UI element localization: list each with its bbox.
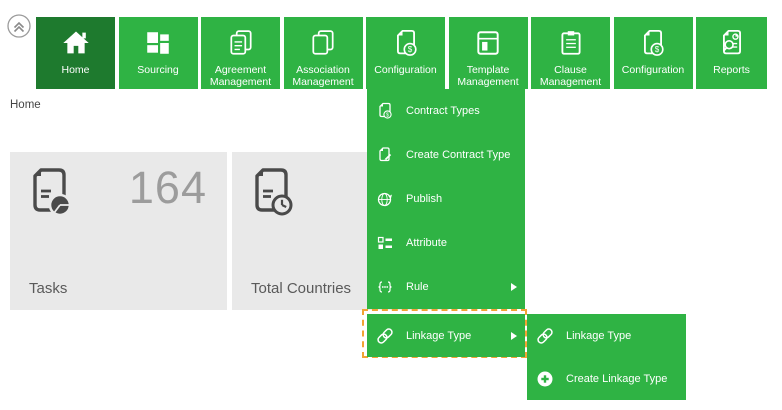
breadcrumb[interactable]: Home [10,99,41,111]
menu-item-label: Rule [406,281,429,293]
menu-item-label: Contract Types [406,105,480,117]
tab-label: Configuration [617,64,689,76]
chevron-double-up-icon [6,13,32,39]
braces-icon [376,278,394,296]
menu-item-contract-types[interactable]: $ Contract Types [367,89,525,133]
clipboard-icon [557,23,585,63]
linkage-type-highlight: Linkage Type [362,309,527,358]
tab-label: Agreement Management [205,64,277,89]
menu-item-label: Create Linkage Type [566,373,667,385]
menu-item-create-contract-type[interactable]: Create Contract Type [367,133,525,177]
document-dollar-icon: $ [638,23,668,63]
document-dollar-icon: $ [376,102,394,120]
submenu-item-linkage-type[interactable]: Linkage Type [527,314,686,357]
linkage-type-submenu: Linkage Type Create Linkage Type [527,314,686,400]
menu-item-label: Publish [406,193,442,205]
home-icon [61,23,91,63]
tab-configuration[interactable]: $ Configuration [366,17,445,89]
tab-label: Template Management [452,64,524,89]
svg-text:$: $ [655,45,660,54]
tab-agreement-management[interactable]: Agreement Management [201,17,280,89]
tab-label: Reports [696,64,768,76]
menu-item-rule[interactable]: Rule [367,265,525,309]
tile-tasks[interactable]: 164 Tasks [10,152,227,310]
report-magnifier-icon [717,23,747,63]
tab-label: Home [40,64,112,76]
document-clock-icon [246,166,296,218]
tab-home[interactable]: Home [36,17,115,89]
tab-template-management[interactable]: Template Management [449,17,528,89]
tab-label: Association Management [287,64,359,89]
menu-item-attribute[interactable]: Attribute [367,221,525,265]
globe-icon [376,190,394,208]
tab-sourcing[interactable]: Sourcing [119,17,198,89]
menu-item-publish[interactable]: Publish [367,177,525,221]
document-dollar-icon: $ [391,23,421,63]
chain-link-icon [536,327,554,345]
tab-clause-management[interactable]: Clause Management [531,17,610,89]
documents-lines-icon [227,23,255,63]
submenu-item-create-linkage-type[interactable]: Create Linkage Type [527,357,686,400]
submenu-caret-icon [511,332,517,340]
documents-icon [309,23,337,63]
tab-label: Configuration [370,64,442,76]
submenu-caret-icon [511,283,517,291]
grid-tiles-icon [144,23,172,63]
svg-text:$: $ [407,45,412,54]
tab-configuration-2[interactable]: $ Configuration [614,17,693,89]
chain-link-icon [376,327,394,345]
svg-text:$: $ [386,112,389,118]
plus-circle-icon [536,370,554,388]
ribbon-collapse-button[interactable] [6,13,32,39]
menu-item-label: Create Contract Type [406,149,510,161]
menu-item-label: Linkage Type [406,330,471,342]
document-pie-icon [24,166,74,218]
menu-item-linkage-type[interactable]: Linkage Type [367,314,525,357]
tasks-count: 164 [129,162,207,214]
tab-label: Sourcing [122,64,194,76]
attribute-list-icon [376,234,394,252]
tab-reports[interactable]: Reports [696,17,767,89]
document-pencil-icon [376,146,394,164]
configuration-dropdown-menu: $ Contract Types Create Contract Type Pu… [367,89,525,309]
menu-item-label: Attribute [406,237,447,249]
tab-association-management[interactable]: Association Management [284,17,363,89]
ribbon-nav: Home Sourcing Agreement Management [36,17,767,89]
template-layout-icon [474,23,502,63]
tile-label: Total Countries [251,280,351,297]
menu-item-label: Linkage Type [566,330,631,342]
tile-label: Tasks [29,280,67,297]
tab-label: Clause Management [535,64,607,89]
